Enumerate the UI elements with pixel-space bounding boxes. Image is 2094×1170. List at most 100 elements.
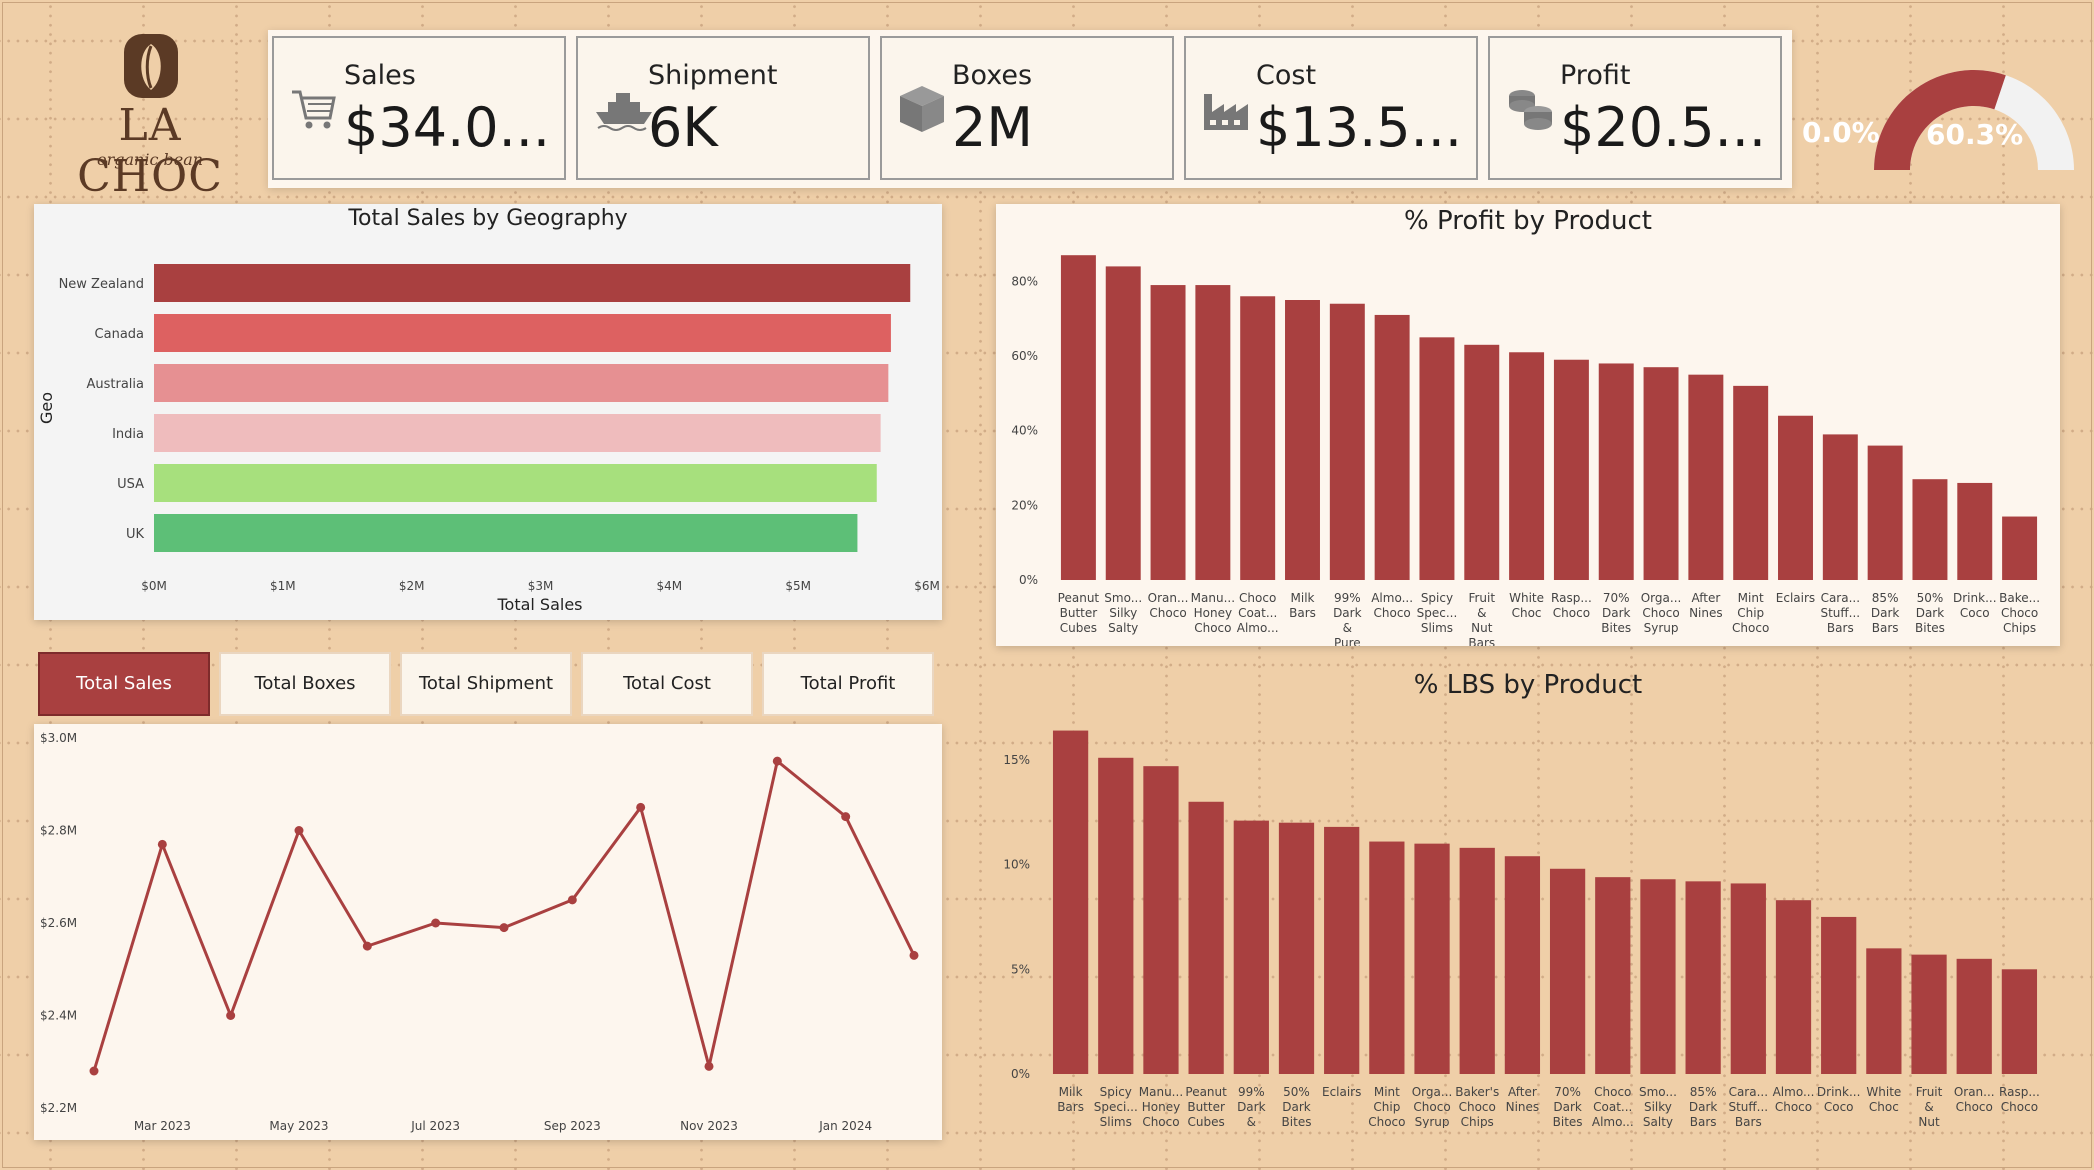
tab-total-shipment[interactable]: Total Shipment [400, 652, 572, 716]
product-category-label: Almo... [1773, 1085, 1815, 1099]
product-bar [1324, 826, 1360, 1074]
product-category-label: Choco [2001, 1100, 2038, 1114]
product-bar [1549, 868, 1586, 1074]
product-category-label: & [1477, 606, 1486, 620]
product-bar [1369, 841, 1405, 1074]
product-category-label: Silky [1644, 1100, 1672, 1114]
product-category-label: Chip [1737, 606, 1764, 620]
product-bar [1730, 883, 1766, 1074]
product-category-label: Milk [1059, 1085, 1083, 1099]
product-category-label: Dark [1916, 606, 1945, 620]
product-category-label: Almo... [1592, 1115, 1634, 1128]
product-category-label: Cubes [1060, 621, 1097, 635]
x-axis-label: Total Sales [496, 595, 582, 614]
y-tick-label: $2.4M [40, 1009, 77, 1023]
product-category-label: 99% [1238, 1085, 1265, 1099]
x-tick-label: Nov 2023 [680, 1119, 738, 1133]
product-bar [1105, 266, 1141, 580]
measure-tabs: Total Sales Total Boxes Total Shipment T… [34, 650, 942, 720]
kpi-label: Shipment [648, 60, 778, 91]
product-category-label: Nines [1506, 1100, 1540, 1114]
product-bar [1098, 757, 1134, 1074]
product-category-label: Bars [1690, 1115, 1717, 1128]
product-category-label: Choco [1732, 621, 1769, 635]
tab-total-cost[interactable]: Total Cost [581, 652, 753, 716]
product-category-label: Cara... [1821, 591, 1860, 605]
product-category-label: Coat... [1593, 1100, 1632, 1114]
geo-category-label: UK [126, 527, 145, 542]
product-category-label: Syrup [1415, 1115, 1450, 1128]
geo-bar [154, 264, 911, 302]
tab-total-sales[interactable]: Total Sales [38, 652, 210, 716]
product-bar [1911, 954, 1947, 1074]
product-category-label: Fruit [1916, 1085, 1943, 1099]
product-category-label: Eclairs [1776, 591, 1815, 605]
x-tick-label: $1M [270, 579, 296, 593]
product-category-label: Smo... [1639, 1085, 1677, 1099]
product-bar [1775, 900, 1812, 1074]
product-bar [1640, 879, 1676, 1074]
kpi-value: 6K [648, 96, 718, 159]
product-category-label: Choc [1512, 606, 1542, 620]
product-category-label: White [1509, 591, 1544, 605]
product-category-label: Mint [1738, 591, 1764, 605]
product-category-label: Rasp... [1999, 1085, 2040, 1099]
product-category-label: Drink... [1817, 1085, 1861, 1099]
product-category-label: Choco [1459, 1100, 1496, 1114]
product-category-label: Spicy [1421, 591, 1453, 605]
geo-bar [154, 364, 889, 402]
product-category-label: Dark [1553, 1100, 1582, 1114]
product-category-label: Mint [1374, 1085, 1400, 1099]
y-tick-label: $2.2M [40, 1101, 77, 1115]
product-category-label: Bites [1282, 1115, 1312, 1128]
product-bar [1285, 300, 1320, 580]
product-category-label: 99% [1334, 591, 1361, 605]
product-category-label: Spicy [1100, 1085, 1132, 1099]
factory-icon [1202, 84, 1250, 132]
product-category-label: Drink... [1953, 591, 1997, 605]
product-category-label: Choco [1775, 1100, 1812, 1114]
kpi-card-sales: Sales $34.0... [272, 36, 566, 180]
gauge-value-label: 60.3% [1926, 118, 2024, 151]
product-category-label: Bars [1735, 1115, 1762, 1128]
product-bar [1278, 822, 1315, 1074]
product-category-label: Dark [1333, 606, 1362, 620]
tab-total-boxes[interactable]: Total Boxes [219, 652, 391, 716]
product-category-label: Cubes [1188, 1115, 1225, 1128]
x-tick-label: Jan 2024 [818, 1119, 872, 1133]
kpi-label: Cost [1256, 60, 1317, 91]
product-category-label: Dark [1282, 1100, 1311, 1114]
product-category-label: Bake... [1999, 591, 2040, 605]
tab-total-profit[interactable]: Total Profit [762, 652, 934, 716]
sales-point [362, 941, 372, 951]
product-category-label: Dark [1871, 606, 1900, 620]
sales-point [841, 812, 851, 822]
product-category-label: Dark [1602, 606, 1631, 620]
kpi-value: 2M [952, 96, 1033, 159]
product-bar [1509, 352, 1545, 580]
cart-icon [290, 84, 338, 132]
y-tick-label: 40% [1011, 424, 1038, 438]
product-category-label: Choco [1642, 606, 1679, 620]
kpi-label: Profit [1560, 60, 1631, 91]
sales-by-geography-chart: Total Sales by Geography New Zealand Cana… [34, 204, 942, 620]
product-bar [1822, 434, 1858, 580]
sales-point [89, 1066, 99, 1076]
kpi-value: $13.5... [1256, 96, 1463, 159]
x-tick-label: $4M [657, 579, 683, 593]
product-category-label: Manu... [1191, 591, 1235, 605]
geo-category-label: New Zealand [59, 277, 144, 292]
cocoa-bean-icon [124, 34, 178, 98]
geo-category-label: USA [117, 477, 144, 492]
y-tick-label: $2.6M [40, 916, 77, 930]
y-tick-label: 80% [1011, 274, 1038, 288]
product-bar [1866, 948, 1902, 1074]
product-category-label: Silky [1109, 606, 1137, 620]
product-bar [1595, 877, 1631, 1074]
y-tick-label: 15% [1003, 753, 1030, 767]
kpi-card-boxes: Boxes 2M [880, 36, 1174, 180]
product-bar [1195, 285, 1231, 580]
product-category-label: Butter [1060, 606, 1098, 620]
product-category-label: Stuff... [1728, 1100, 1768, 1114]
product-bar [1374, 314, 1410, 580]
